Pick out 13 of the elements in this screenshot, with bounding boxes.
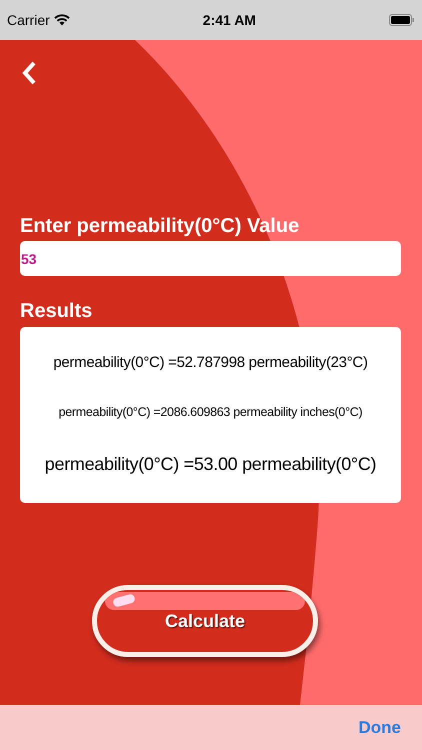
result-text: permeability(0°C) =52.787998 permeability(23°C) [52,352,369,373]
done-button[interactable]: Done [358,714,401,740]
carrier-label: Carrier [7,10,50,30]
value-input-field[interactable]: 53 [20,241,401,276]
calculate-button[interactable]: Calculate [92,585,318,657]
wifi-icon [54,14,70,26]
input-label: Enter permeability(0°C) Value [20,214,300,238]
result-text: permeability(0°C) =2086.609863 permeability inches(0°C) [58,404,364,422]
clock-time: 2:41 AM [202,10,256,30]
battery-icon [388,14,415,26]
back-chevron-icon [20,60,38,86]
results-heading: Results [20,299,94,323]
result-text: permeability(0°C) =53.00 permeability(0°C) [44,453,378,476]
